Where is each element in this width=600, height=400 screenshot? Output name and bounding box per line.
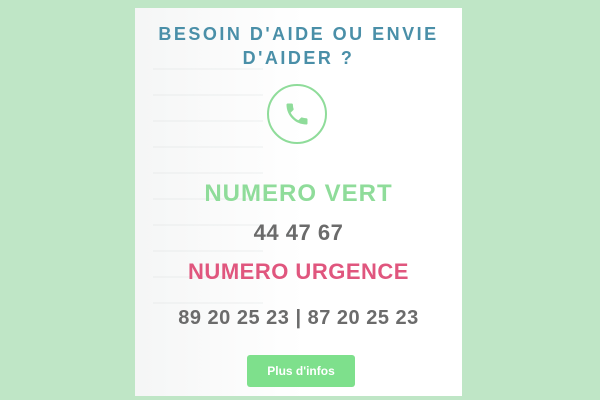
more-info-button[interactable]: Plus d'infos: [247, 355, 355, 387]
numero-urgence-label: NUMERO URGENCE: [188, 259, 409, 284]
phone-icon-glyph: [286, 103, 308, 125]
card-title-line2: D'AIDER ?: [242, 48, 355, 68]
phone-icon: [267, 84, 327, 144]
numero-vert-label: NUMERO VERT: [204, 180, 393, 207]
help-card: BESOIN D'AIDE OU ENVIE D'AIDER ? NUMERO …: [135, 8, 462, 396]
card-title-line1: BESOIN D'AIDE OU ENVIE: [158, 24, 439, 44]
card-title: BESOIN D'AIDE OU ENVIE D'AIDER ?: [135, 22, 462, 70]
numero-urgence-value: 89 20 25 23 | 87 20 25 23: [178, 307, 419, 329]
numero-vert-value: 44 47 67: [253, 220, 344, 245]
